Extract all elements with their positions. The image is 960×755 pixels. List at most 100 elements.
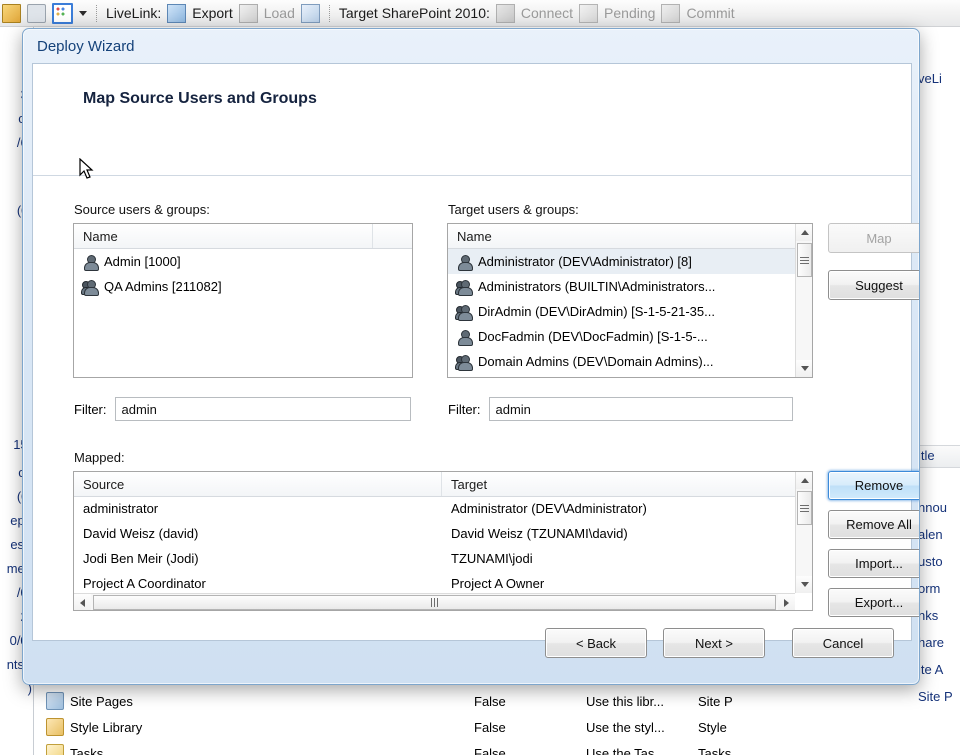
app-toolbar: LiveLink: Export Load Target SharePoint … — [0, 0, 960, 27]
cancel-button[interactable]: Cancel — [792, 628, 894, 658]
list-item[interactable]: Administrator (DEV\Administrator) [8] — [448, 249, 795, 274]
table-row[interactable]: administrator Administrator (DEV\Adminis… — [74, 496, 795, 521]
source-filter-input[interactable] — [114, 397, 411, 421]
list-item-label: Administrators (BUILTIN\Administrators..… — [478, 279, 716, 294]
scroll-thumb[interactable] — [93, 595, 776, 610]
list-item[interactable]: DirAdmin (DEV\DirAdmin) [S-1-5-21-35... — [448, 299, 795, 324]
list-item-label: DocFadmin (DEV\DocFadmin) [S-1-5-... — [478, 329, 708, 344]
bg-fragment: veLi — [918, 71, 942, 86]
commit-button: Commit — [686, 5, 735, 21]
export-mapping-button[interactable]: Export... — [828, 588, 919, 617]
list-item-label: QA Admins [211082] — [104, 279, 222, 294]
table-row[interactable]: Tasks False Use the Tas Tasks — [34, 740, 916, 755]
row-name: Style Library — [70, 719, 143, 735]
table-row[interactable]: Jodi Ben Meir (Jodi) TZUNAMI\jodi — [74, 546, 795, 571]
pending-icon — [579, 3, 599, 23]
group-icon — [455, 354, 473, 371]
row-description: Use this libr... — [586, 693, 665, 709]
scroll-thumb[interactable] — [797, 243, 812, 277]
source-users-listbox[interactable]: Name Admin [1000] QA Admins [211082] — [73, 223, 413, 378]
mapped-source: David Weisz (david) — [83, 526, 199, 541]
commit-icon — [661, 3, 681, 23]
target-sharepoint-label: Target SharePoint 2010: — [338, 5, 490, 21]
dropdown-caret-icon[interactable] — [79, 10, 87, 16]
page-title: Map Source Users and Groups — [83, 90, 317, 107]
row-name: Site Pages — [70, 693, 133, 709]
row-description: Use the styl... — [586, 719, 665, 735]
toolbar-separator-2 — [328, 4, 330, 22]
row-last: Tasks — [698, 745, 732, 755]
target-column-name[interactable]: Name — [448, 224, 795, 248]
row-last: Style — [698, 719, 727, 735]
mapping-icon[interactable] — [300, 3, 320, 23]
mapped-grid-header: Source Target — [74, 472, 795, 497]
list-item-label: Domain Admins (DEV\Domain Admins)... — [478, 354, 714, 369]
user-icon — [82, 254, 99, 271]
group-icon — [455, 279, 473, 296]
scroll-up-arrow-icon[interactable] — [796, 224, 812, 241]
toolbar-separator — [96, 4, 97, 22]
map-button[interactable]: Map — [828, 223, 919, 253]
export-icon[interactable] — [167, 3, 187, 23]
source-list-rows: Admin [1000] QA Admins [211082] — [74, 249, 412, 299]
scroll-up-arrow-icon[interactable] — [796, 472, 812, 489]
back-button[interactable]: < Back — [545, 628, 647, 658]
bg-fragment: nnou — [918, 500, 947, 515]
table-row[interactable]: David Weisz (david) David Weisz (TZUNAMI… — [74, 521, 795, 546]
list-item[interactable]: Admin [1000] — [74, 249, 412, 274]
export-button[interactable]: Export — [192, 5, 232, 21]
bg-fragment: orm — [918, 581, 941, 596]
target-list-header: Name — [448, 224, 795, 249]
scroll-down-arrow-icon[interactable] — [796, 576, 812, 593]
refresh-icon[interactable] — [27, 3, 46, 23]
style-library-icon — [46, 718, 64, 736]
mapped-vertical-scrollbar[interactable] — [795, 472, 812, 593]
source-list-header: Name — [74, 224, 412, 249]
row-description: Use the Tas — [586, 745, 655, 755]
suggest-button[interactable]: Suggest — [828, 270, 919, 300]
target-list-rows: Administrator (DEV\Administrator) [8] Ad… — [448, 249, 795, 374]
mapped-source: Jodi Ben Meir (Jodi) — [83, 551, 199, 566]
group-icon — [81, 279, 99, 296]
source-column-name[interactable]: Name — [74, 224, 372, 248]
site-pages-icon — [46, 692, 64, 710]
source-column-extra[interactable] — [372, 224, 412, 248]
livelink-label: LiveLink: — [106, 5, 162, 21]
scroll-left-arrow-icon[interactable] — [74, 594, 91, 610]
mapped-column-source[interactable]: Source — [74, 472, 441, 496]
list-item[interactable]: DocFadmin (DEV\DocFadmin) [S-1-5-... — [448, 324, 795, 349]
list-item-label: Administrator (DEV\Administrator) [8] — [478, 254, 692, 269]
mapped-column-target[interactable]: Target — [440, 472, 795, 496]
bg-fragment: nks — [918, 608, 939, 623]
pending-button: Pending — [604, 5, 656, 21]
mapped-horizontal-scrollbar[interactable] — [74, 593, 795, 610]
connect-icon — [495, 3, 515, 23]
scroll-right-arrow-icon[interactable] — [778, 594, 795, 610]
target-users-listbox[interactable]: Name Administrator (DEV\Administrator) [… — [447, 223, 813, 378]
remove-all-button[interactable]: Remove All — [828, 510, 919, 539]
list-item[interactable]: QA Admins [211082] — [74, 274, 412, 299]
connect-button: Connect — [520, 5, 574, 21]
source-list-label: Source users & groups: — [74, 202, 210, 217]
scroll-down-arrow-icon[interactable] — [796, 360, 812, 377]
target-filter-input[interactable] — [488, 397, 793, 421]
target-list-scrollbar[interactable] — [795, 224, 812, 377]
scroll-thumb[interactable] — [797, 491, 812, 525]
source-filter-label: Filter: — [74, 401, 107, 417]
table-row[interactable]: Site Pages False Use this libr... Site P — [34, 688, 916, 714]
next-button[interactable]: Next > — [663, 628, 765, 658]
dialog-body: Map Source Users and Groups Source users… — [32, 63, 919, 641]
table-row[interactable]: Style Library False Use the styl... Styl… — [34, 714, 916, 740]
remove-button[interactable]: Remove — [828, 471, 919, 500]
document-icon[interactable] — [2, 3, 21, 23]
bg-fragment: itle — [918, 448, 935, 463]
table-row[interactable]: Project A Coordinator Project A Owner — [74, 571, 795, 593]
mapped-grid[interactable]: Source Target administrator Administrato… — [73, 471, 813, 611]
grid-icon[interactable] — [52, 2, 73, 24]
list-item[interactable]: Administrators (BUILTIN\Administrators..… — [448, 274, 795, 299]
user-icon — [456, 254, 473, 271]
row-last: Site P — [698, 693, 733, 709]
import-button[interactable]: Import... — [828, 549, 919, 578]
list-item[interactable]: Domain Admins (DEV\Domain Admins)... — [448, 349, 795, 374]
list-item-label: Admin [1000] — [104, 254, 181, 269]
